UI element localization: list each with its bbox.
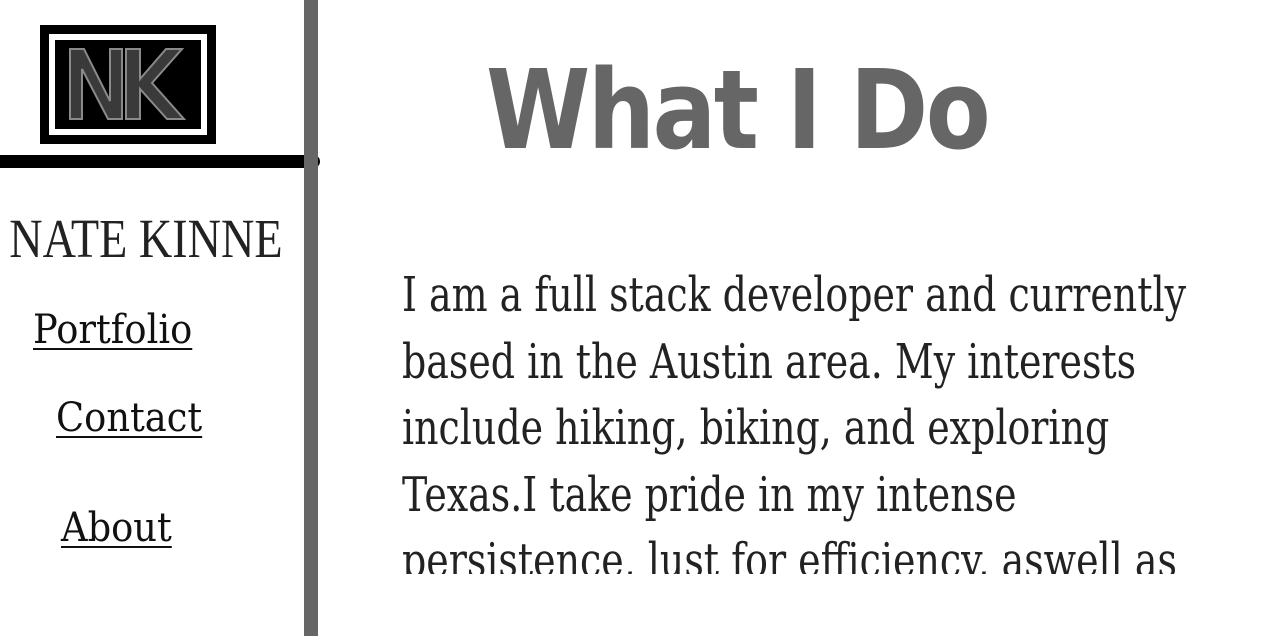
nk-logo-icon <box>55 40 201 129</box>
sidebar: NATE KINNE Portfolio Contact About <box>0 0 320 636</box>
nav-link-about[interactable]: About <box>61 504 172 552</box>
logo[interactable] <box>40 25 216 144</box>
page: NATE KINNE Portfolio Contact About What … <box>0 0 1284 636</box>
about-paragraph: I am a full stack developer and currentl… <box>402 267 1187 574</box>
nav-link-contact[interactable]: Contact <box>56 394 202 442</box>
nav-link-portfolio[interactable]: Portfolio <box>33 306 192 354</box>
sidebar-divider <box>0 155 320 168</box>
sidebar-border <box>304 0 318 636</box>
site-name: NATE KINNE <box>9 208 283 269</box>
page-title: What I Do <box>486 46 991 174</box>
logo-frame <box>49 34 207 135</box>
